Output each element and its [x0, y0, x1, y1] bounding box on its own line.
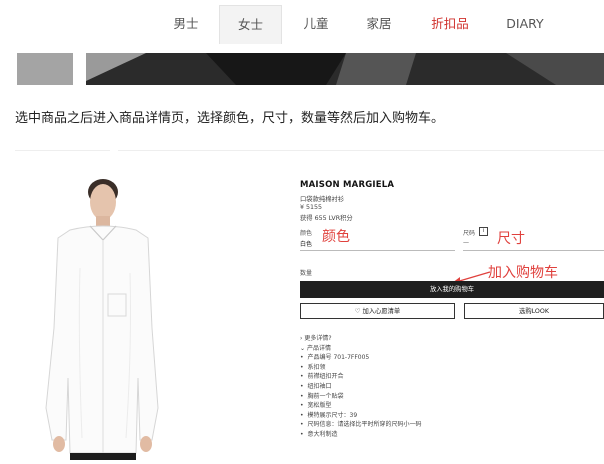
product-brand[interactable]: MAISON MARGIELA — [300, 180, 394, 190]
list-item: 胸前一个贴袋 — [300, 392, 500, 402]
product-name: 口袋款纯棉衬衫 — [300, 196, 345, 203]
tab-women[interactable]: 女士 — [219, 5, 282, 44]
tab-sale[interactable]: 折扣品 — [420, 5, 480, 43]
tab-kids[interactable]: 儿童 — [290, 5, 342, 43]
add-cart-annotation: 加入购物车 — [488, 265, 558, 281]
more-details-link[interactable]: › 更多详情? — [300, 334, 500, 344]
heart-icon: ♡ — [354, 308, 361, 315]
model-photo — [45, 179, 159, 460]
color-label: 颜色 — [300, 230, 313, 237]
wishlist-label: 加入心愿清单 — [362, 308, 401, 315]
size-value: — — [463, 239, 469, 246]
product-details: › 更多详情? ⌄ 产品详情 产品编号 701-7FF005 系扣领 前襟纽扣开… — [300, 334, 500, 440]
list-item: 模特展示尺寸：39 — [300, 411, 500, 421]
top-nav: 男士 女士 儿童 家居 折扣品 DIARY — [0, 0, 604, 44]
list-item: 意大利制造 — [300, 430, 500, 440]
shop-look-button[interactable]: 选购LOOK — [464, 303, 604, 319]
color-value: 白色 — [300, 241, 313, 248]
list-item: 纽扣袖口 — [300, 382, 500, 392]
size-label: 尺码 — [463, 230, 476, 237]
banner-thumbnail — [17, 53, 73, 85]
list-item: 系扣领 — [300, 363, 500, 373]
banner-image — [86, 53, 604, 85]
promo-banner[interactable] — [0, 53, 604, 85]
tab-home[interactable]: 家居 — [353, 5, 405, 43]
instruction-text: 选中商品之后进入商品详情页，选择颜色，尺寸，数量等然后加入购物车。 — [15, 111, 445, 126]
add-to-cart-button[interactable]: 放入我的购物车 — [300, 281, 604, 298]
divider — [15, 150, 110, 151]
banner-photo — [86, 53, 604, 85]
list-item: 前襟纽扣开合 — [300, 372, 500, 382]
list-item: 宽松版型 — [300, 401, 500, 411]
wishlist-button[interactable]: ♡ 加入心愿清单 — [300, 303, 455, 319]
list-item: 产品编号 701-7FF005 — [300, 353, 500, 363]
color-annotation: 颜色 — [322, 229, 350, 245]
tab-men[interactable]: 男士 — [160, 5, 212, 43]
quantity-label: 数量 — [300, 270, 313, 277]
product-price: ¥ 5155 — [300, 204, 323, 211]
details-toggle[interactable]: ⌄ 产品详情 — [300, 344, 500, 354]
chevron-down-icon: ⌄ — [300, 344, 307, 352]
tab-diary[interactable]: DIARY — [496, 5, 554, 43]
size-annotation: 尺寸 — [497, 231, 525, 247]
list-item: 尺码信息：请选择比平时所穿的尺码小一码 — [300, 420, 500, 430]
size-guide-icon[interactable]: i — [479, 227, 488, 236]
divider — [118, 150, 604, 151]
loyalty-points: 获得 655 LVR积分 — [300, 215, 353, 222]
product-image[interactable] — [20, 178, 180, 460]
